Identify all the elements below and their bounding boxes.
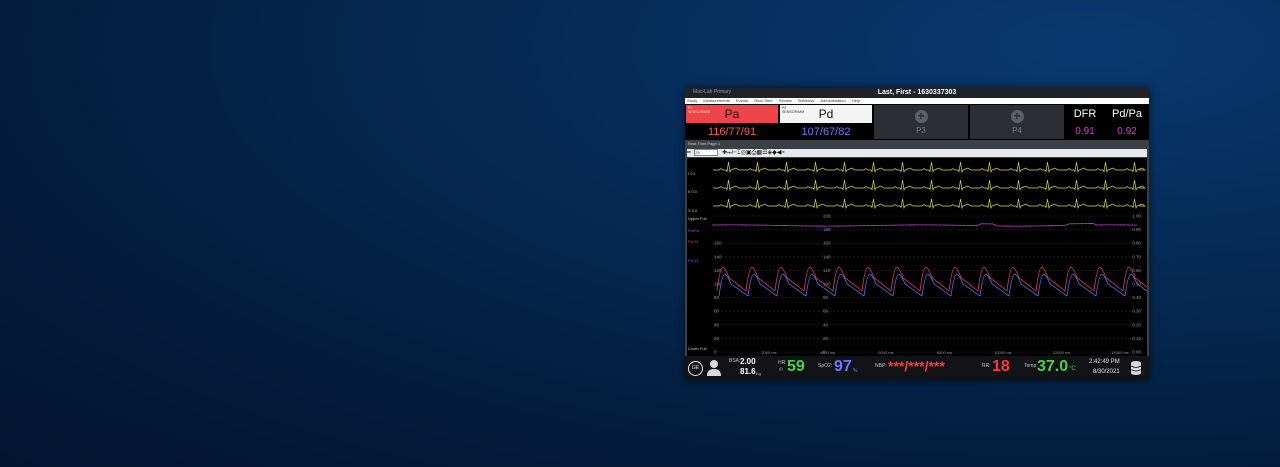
scale-left-label: 140 [714,254,722,259]
scale-right-label: 0.60 [1132,268,1141,273]
bsa-value: 2.00 [740,357,756,366]
tile-dfr[interactable]: DFR 0.91 [1066,105,1104,139]
tile-pdpa-value: 0.92 [1117,126,1137,137]
ge-logo-icon: GE [688,361,703,376]
scale-right-label: 0.80 [1132,241,1141,246]
scale-mid-label: 160 [823,241,831,246]
tile-p4-name: P4 [1012,126,1022,135]
scale-right-label: 1.00 [1132,214,1141,219]
scale-mid-label: 40 [823,322,829,327]
menu-events[interactable]: Events [736,98,748,103]
time-tick-label: 14000 ms [1111,350,1129,355]
scale-mid-label: 200 [823,214,831,219]
tile-p4[interactable]: + P4 [970,105,1064,139]
nbp-value: ***/***/*** [888,358,945,374]
patient-title: Last, First - 1630337303 [877,89,957,96]
scale-mid-label: 80 [823,295,829,300]
scale-mid-label: 180 [823,227,831,232]
ecg-trace [713,179,1147,192]
zoom-select[interactable]: 25 [694,149,719,156]
spo2-label: SpO2: [818,363,833,369]
ecg-trace [713,198,1147,210]
tile-p3[interactable]: + P3 [874,105,968,139]
clock-time: 2:42:49 PM [1089,359,1120,365]
scale-right-label: 0.20 [1132,322,1141,327]
nbp-label: NBP: [875,363,887,369]
scale-right-label: 0.30 [1132,309,1141,314]
scale-mid-label: 140 [823,254,831,259]
cath-lab-monitor-window: Mac-Lab Primary Last, First - 1630337303… [685,88,1149,380]
ratio-trace [712,223,1138,227]
scale-right-label: 0.90 [1132,227,1141,232]
menu-help[interactable]: Help [852,98,860,103]
tile-pdpa[interactable]: Pd/Pa 0.92 [1106,105,1148,139]
tile-pd-value: 107/67/82 [801,126,851,138]
time-tick-label: 2000 ms [761,350,776,355]
scale-right-label: 0.10 [1132,336,1141,341]
scale-left-label: 40 [714,322,720,327]
hr-lead: (I) [779,366,783,371]
tile-pa-name: Pa [724,107,740,121]
temp-unit: °C [1069,366,1076,372]
tile-dfr-value: 0.91 [1075,126,1095,137]
tile-pdpa-name: Pd/Pa [1112,108,1142,120]
tile-pd[interactable]: P2 SENSOR/MM Pd 107/67/82 [780,105,872,139]
tile-pa[interactable]: P1 SENSOR/MM Pa 116/77/91 [686,105,778,139]
pd-trace [718,273,1147,297]
tile-pd-name: Pd [818,107,834,121]
clock-date: 8/30/2021 [1093,369,1120,375]
weight-value: 81.6 [740,367,756,376]
scale-right-label: 0.70 [1132,254,1141,259]
spo2-unit: % [853,368,858,374]
hr-value: 59 [787,358,805,375]
menu-study[interactable]: Study [687,98,697,103]
menu-administration[interactable]: Administration [820,98,845,103]
title-bar: Mac-Lab Primary Last, First - 1630337303 [685,88,1149,98]
status-bar: GE BSA: 2.00 81.6 Kg HR: (I) 59 SpO2: 97… [685,356,1149,380]
waveform-toolbar: ━ 25 ✚⤠⊢⌶◎▣⎙▦☰◈◆◀≈ [687,149,1147,157]
wave-icon[interactable]: ≈ [781,150,784,156]
tile-pa-value: 116/77/91 [707,126,757,138]
waveform-panel: Real-Time Page 1 ━ 25 ✚⤠⊢⌶◎▣⎙▦☰◈◆◀≈ I 0.… [685,140,1149,356]
scale-left-label: 20 [714,336,720,341]
scale-right-label: 0.00 [1132,350,1141,355]
spo2-value: 97 [834,358,852,375]
rr-value: 18 [992,358,1010,375]
database-icon[interactable] [1130,360,1142,376]
scale-left-label: 160 [714,241,722,246]
menu-measurements[interactable]: Measurements [703,98,729,103]
pressure-tiles: P1 SENSOR/MM Pa 116/77/91 P2 SENSOR/MM Pd … [685,104,1149,140]
time-tick-label: 4000 ms [820,350,835,355]
time-tick-label: 10000 ms [994,350,1012,355]
menu-real-time[interactable]: Real-Time [754,98,772,103]
minus-icon[interactable]: ━ [687,150,691,156]
waveform-svg: 200 1.00180 0.90160 0.80140 0.70120 0.60100 0.… [712,161,1147,355]
time-tick-label: 8000 ms [937,350,952,355]
scale-mid-label: 120 [823,268,831,273]
time-tick-label: 12000 ms [1053,350,1071,355]
tab-real-time-page[interactable]: Real-Time Page 1 [685,141,720,147]
scale-mid-label: 20 [823,336,829,341]
scale-left-label: 60 [714,309,720,314]
tile-dfr-name: DFR [1073,108,1097,120]
temp-value: 37.0 [1037,358,1069,375]
menu-windows[interactable]: Windows [798,98,814,103]
time-tick-label: 6000 ms [878,350,893,355]
bsa-label: BSA: [729,358,741,364]
add-plus-icon[interactable]: + [1010,110,1024,123]
scale-mid-label: 60 [823,309,829,314]
menu-review[interactable]: Review [779,98,792,103]
weight-unit: Kg [756,371,761,376]
scale-left-label: 0 [714,350,717,355]
ecg-trace [713,161,1147,174]
temp-label: Temp: [1024,363,1038,369]
scale-right-label: 0.40 [1132,295,1141,300]
waveform-display: I 0.1 II 0.0 V 0.0 Upper Full Pd/Pa Pa 2… [687,158,1147,356]
tile-p3-name: P3 [916,126,926,135]
rr-label: RR: [982,363,991,369]
patient-icon[interactable] [706,359,722,376]
add-plus-icon[interactable]: + [914,110,928,123]
